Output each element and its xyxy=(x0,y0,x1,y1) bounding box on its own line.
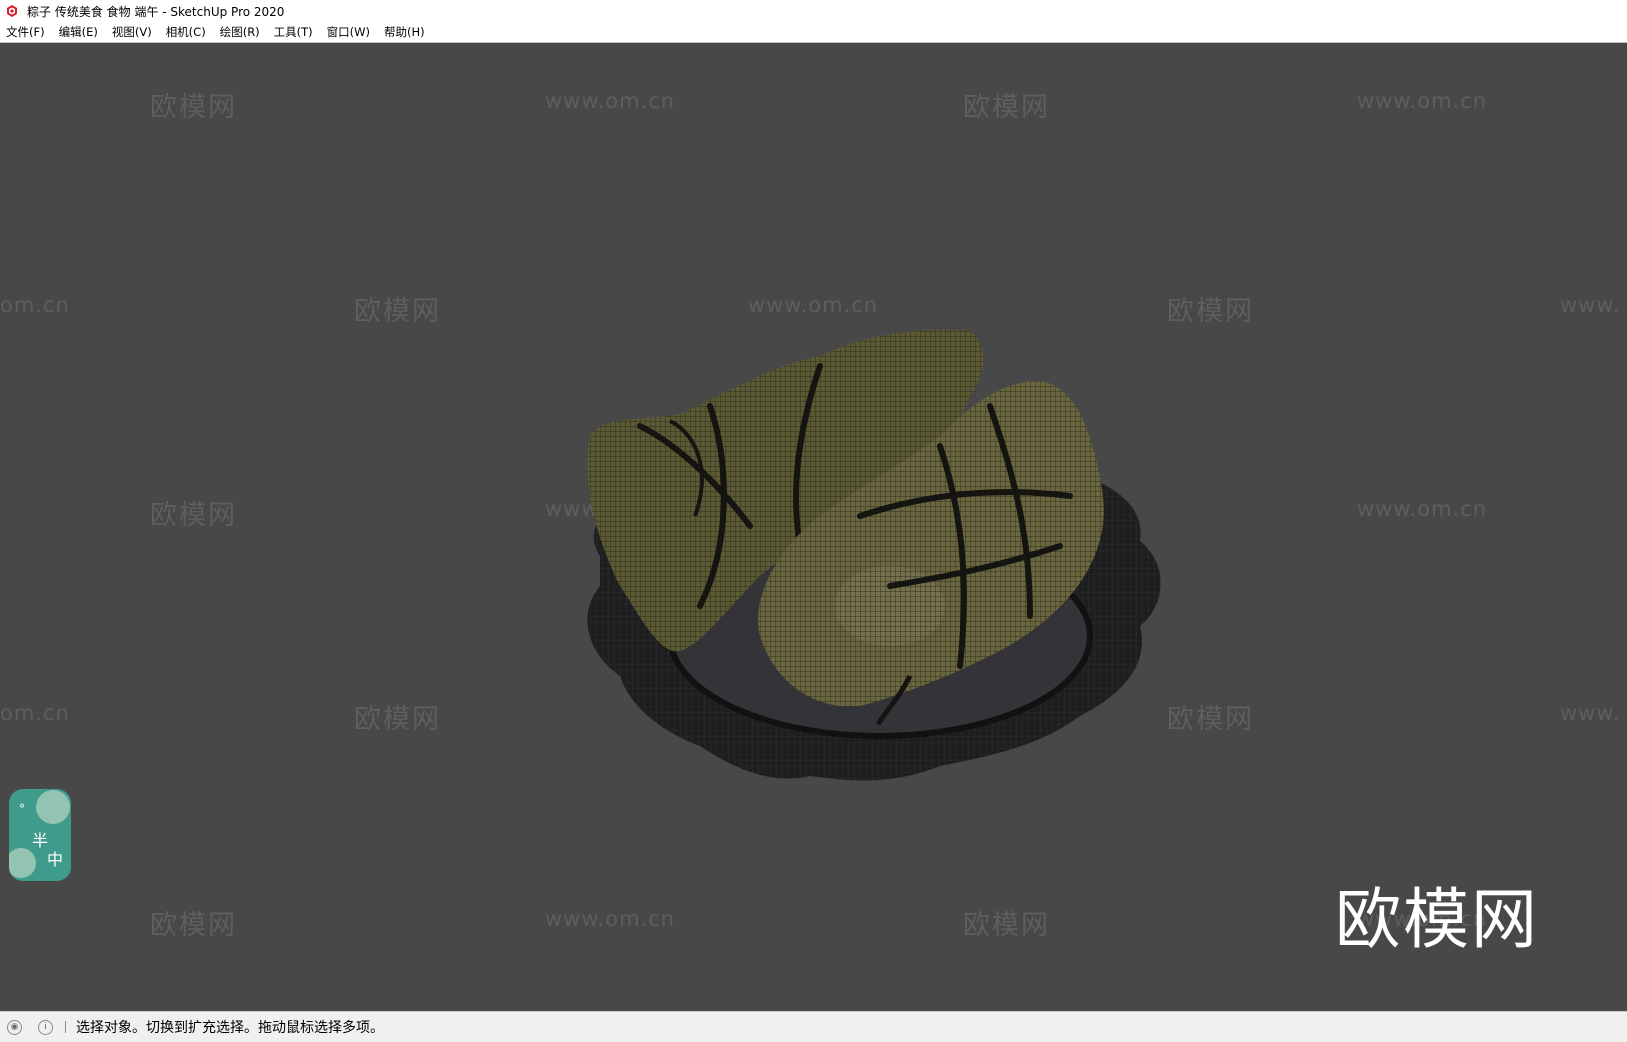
watermark-text: 欧模网 xyxy=(354,704,441,735)
menu-window[interactable]: 窗口(W) xyxy=(320,24,377,40)
watermark-text: 欧模网 xyxy=(150,500,237,531)
watermark-text: 欧模网 xyxy=(963,910,1050,941)
decorative-badge: ° 半 中 xyxy=(9,789,71,881)
watermark-url: www.om.cn xyxy=(545,907,676,931)
window-title: 粽子 传统美食 食物 端午 - SketchUp Pro 2020 xyxy=(27,4,285,19)
watermark-text: 欧模网 xyxy=(150,910,237,941)
watermark-text: 欧模网 xyxy=(150,92,237,123)
menu-edit[interactable]: 编辑(E) xyxy=(52,24,105,40)
watermark-text: 欧模网 xyxy=(354,296,441,327)
menu-help[interactable]: 帮助(H) xyxy=(377,24,432,40)
model-viewport[interactable]: 欧模网 www.om.cn 欧模网 www.om.cn om.cn 欧模网 ww… xyxy=(0,43,1627,1011)
watermark-text: 欧模网 xyxy=(963,92,1050,123)
menu-tools[interactable]: 工具(T) xyxy=(267,24,320,40)
menu-draw[interactable]: 绘图(R) xyxy=(213,24,267,40)
badge-mark: ° xyxy=(19,802,25,816)
menu-view[interactable]: 视图(V) xyxy=(105,24,159,40)
watermark-url-partial: www. xyxy=(1560,701,1621,725)
geo-location-icon[interactable]: ◉ xyxy=(7,1019,22,1035)
watermark-url: www.om.cn xyxy=(1357,89,1488,113)
watermark-url: www.om.cn xyxy=(545,89,676,113)
menu-bar: 文件(F) 编辑(E) 视图(V) 相机(C) 绘图(R) 工具(T) 窗口(W… xyxy=(0,22,1627,43)
status-bar: ◉ i 选择对象。切换到扩充选择。拖动鼠标选择多项。 xyxy=(0,1011,1627,1042)
status-message: 选择对象。切换到扩充选择。拖动鼠标选择多项。 xyxy=(76,1020,384,1036)
watermark-url-partial: om.cn xyxy=(0,293,70,317)
watermark-url: www.om.cn xyxy=(1357,497,1488,521)
menu-file[interactable]: 文件(F) xyxy=(0,24,52,40)
info-icon[interactable]: i xyxy=(38,1019,53,1035)
badge-char: 中 xyxy=(47,850,64,869)
sketchup-icon xyxy=(7,5,17,17)
badge-char: 半 xyxy=(32,831,49,850)
title-bar: 粽子 传统美食 食物 端午 - SketchUp Pro 2020 xyxy=(0,0,1627,22)
watermark-url-partial: om.cn xyxy=(0,701,70,725)
status-divider xyxy=(65,1021,66,1033)
watermark-url-partial: www. xyxy=(1560,293,1621,317)
menu-camera[interactable]: 相机(C) xyxy=(159,24,213,40)
site-logo: 欧模网 xyxy=(1335,881,1539,958)
zongzi-model[interactable] xyxy=(560,286,1210,866)
